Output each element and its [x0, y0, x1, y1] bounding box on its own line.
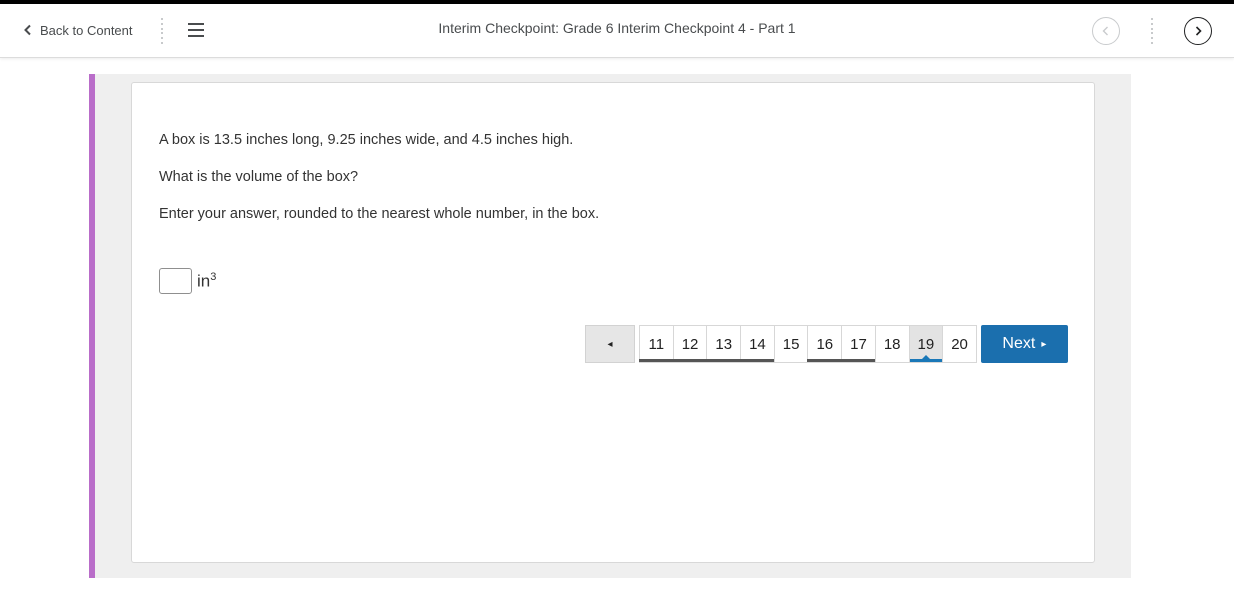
vertical-dots-divider	[160, 18, 164, 44]
page-number-20[interactable]: 20	[942, 325, 977, 363]
page-number-19-current[interactable]: 19	[908, 325, 944, 363]
answer-row: in3	[159, 268, 216, 294]
answer-input[interactable]	[159, 268, 192, 294]
triangle-left-icon: ◂	[607, 338, 613, 350]
next-button-label: Next	[1002, 335, 1036, 352]
page-number-14[interactable]: 14	[740, 325, 775, 363]
circle-chevron-right-icon	[1195, 26, 1202, 36]
pagination-prev-button[interactable]: ◂	[585, 325, 635, 363]
header-bar: Back to Content Interim Checkpoint: Grad…	[0, 4, 1234, 58]
previous-button[interactable]	[1092, 17, 1120, 45]
page-title: Interim Checkpoint: Grade 6 Interim Chec…	[438, 20, 796, 36]
question-card: A box is 13.5 inches long, 9.25 inches w…	[131, 82, 1095, 563]
page-number-16[interactable]: 16	[807, 325, 843, 363]
content-stage: A box is 13.5 inches long, 9.25 inches w…	[89, 74, 1131, 578]
next-question-button[interactable]: Next ▸	[980, 325, 1068, 363]
question-text-line-1: A box is 13.5 inches long, 9.25 inches w…	[159, 132, 574, 148]
next-page-button[interactable]	[1184, 17, 1212, 45]
unit-label: in3	[197, 270, 217, 291]
chevron-left-icon	[24, 24, 31, 36]
page-number-17[interactable]: 17	[841, 325, 876, 363]
back-to-content-label: Back to Content	[40, 22, 133, 38]
page-number-list: 11 12 13 14 15 16 17 18 19 20	[639, 325, 977, 363]
circle-chevron-left-icon	[1102, 26, 1108, 36]
question-pagination: ◂ 11 12 13 14 15 16 17 18 19 20 Next ▸	[585, 325, 1068, 363]
back-to-content-link[interactable]: Back to Content	[22, 19, 133, 41]
page-number-13[interactable]: 13	[706, 325, 742, 363]
question-text-line-2: What is the volume of the box?	[159, 169, 359, 185]
hamburger-menu-icon[interactable]	[188, 23, 206, 37]
page-number-12[interactable]: 12	[672, 325, 708, 363]
vertical-dots-divider-right	[1150, 18, 1154, 44]
question-instruction: Enter your answer, rounded to the neares…	[159, 206, 600, 222]
accent-bar	[89, 74, 95, 578]
page-number-15[interactable]: 15	[773, 325, 809, 363]
page-number-18[interactable]: 18	[874, 325, 910, 363]
triangle-right-icon: ▸	[1041, 338, 1047, 350]
page-number-11[interactable]: 11	[639, 325, 674, 363]
